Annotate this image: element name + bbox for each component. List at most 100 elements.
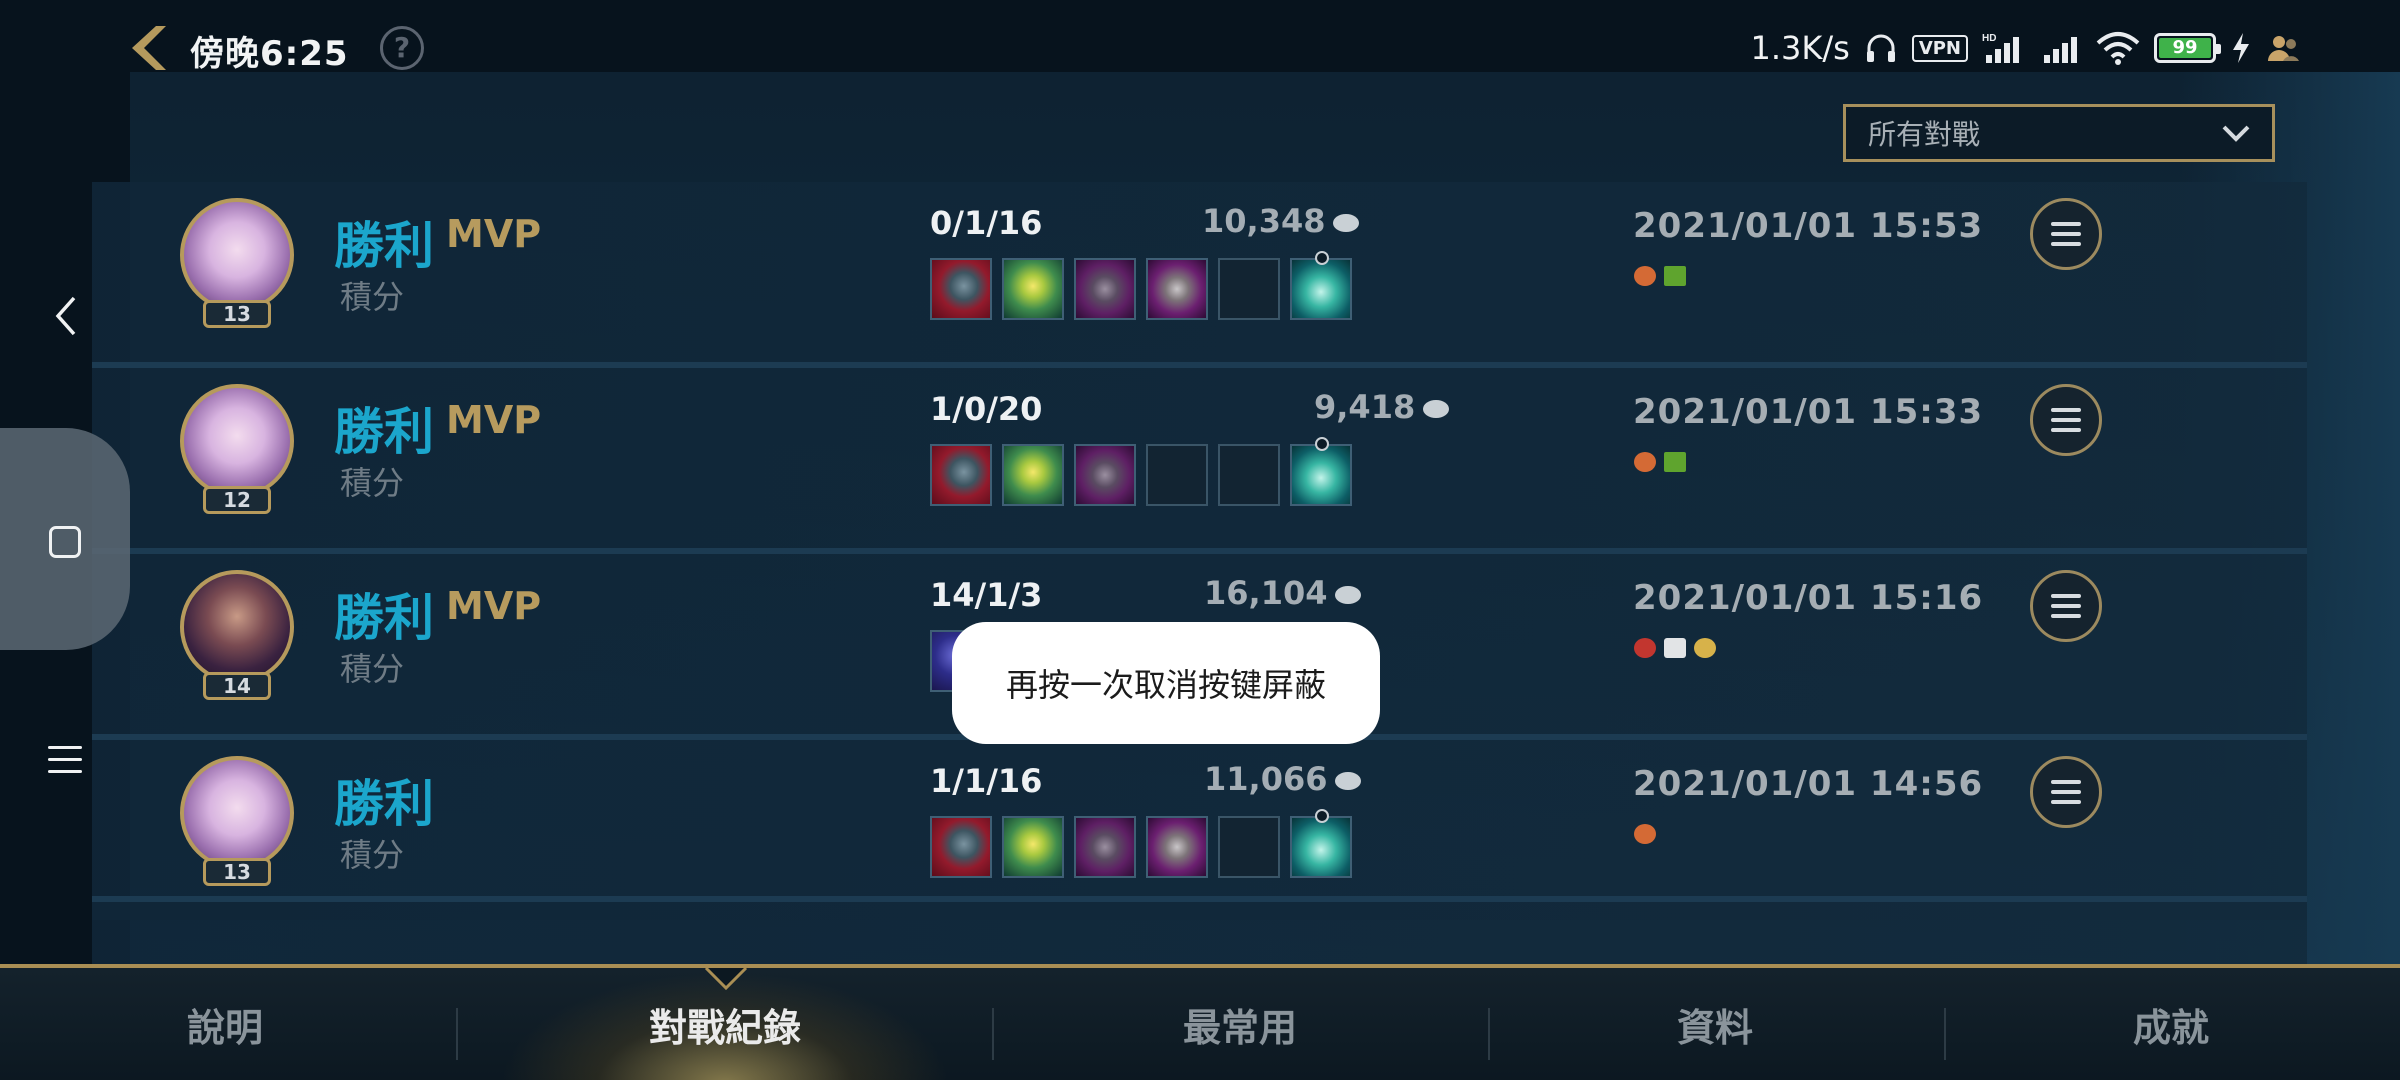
back-icon[interactable] xyxy=(118,20,174,76)
fist-icon xyxy=(1634,824,1656,844)
game-mode: 積分 xyxy=(340,836,405,874)
trinket-slot xyxy=(1290,809,1352,878)
svg-text:HD: HD xyxy=(1982,33,1996,44)
match-date: 2021/01/01 15:33 xyxy=(1633,392,1984,432)
champion-level: 13 xyxy=(203,300,271,328)
bottom-tab-bar: 說明 對戰紀錄 最常用 資料 成就 xyxy=(0,964,2400,1080)
tab-separator xyxy=(992,1008,994,1060)
item-slot-empty xyxy=(1146,444,1208,506)
champion-level: 13 xyxy=(203,858,271,886)
match-result: 勝利 xyxy=(334,775,434,833)
item-slot-empty xyxy=(1218,258,1280,320)
item-slot-empty xyxy=(1218,816,1280,878)
item-slot xyxy=(930,444,992,506)
trinket-slot xyxy=(1290,251,1352,320)
fist-icon xyxy=(1634,452,1656,472)
match-badges xyxy=(1634,266,1686,286)
item-slot xyxy=(1074,816,1136,878)
match-row[interactable]: 13 勝利 積分 1/1/16 11,066 2021/01/01 14:56 xyxy=(92,740,2307,920)
signal-hd-icon: HD xyxy=(1982,33,2019,63)
champion-avatar xyxy=(180,756,294,870)
match-badges xyxy=(1634,638,1716,658)
item-slot xyxy=(1074,258,1136,320)
game-mode: 積分 xyxy=(340,464,405,502)
home-square-icon[interactable] xyxy=(49,526,81,558)
sword-icon xyxy=(1664,638,1686,658)
item-slot xyxy=(930,816,992,878)
match-result: 勝利 xyxy=(334,403,434,461)
headphones-icon xyxy=(1866,34,1895,62)
tab-match-history[interactable]: 對戰紀錄 xyxy=(560,968,890,1080)
match-result: 勝利 xyxy=(334,217,434,275)
network-speed: 1.3K/s xyxy=(1750,29,1850,67)
gold-icon xyxy=(1335,586,1362,604)
mvp-label: MVP xyxy=(446,398,542,442)
gold-earned: 11,066 xyxy=(1204,760,1444,798)
fist-icon xyxy=(1634,266,1656,286)
item-slot xyxy=(1002,444,1064,506)
vpn-badge: VPN xyxy=(1911,34,1968,62)
tab-most-used[interactable]: 最常用 xyxy=(1130,968,1350,1080)
champion-avatar xyxy=(180,198,294,312)
champion-level: 12 xyxy=(203,486,271,514)
item-slot xyxy=(1002,258,1064,320)
gold-value: 9,418 xyxy=(1314,388,1416,426)
match-result: 勝利 xyxy=(334,589,434,647)
chevron-down-icon xyxy=(2222,125,2250,142)
match-date: 2021/01/01 15:53 xyxy=(1633,206,1984,246)
tab-separator xyxy=(1944,1008,1946,1060)
item-slot xyxy=(1002,816,1064,878)
flag-icon xyxy=(1664,452,1686,472)
gold-value: 16,104 xyxy=(1204,574,1328,612)
match-badges xyxy=(1634,824,1656,844)
gold-value: 10,348 xyxy=(1202,202,1326,240)
kda-score: 1/1/16 xyxy=(930,762,1043,800)
match-date: 2021/01/01 14:56 xyxy=(1633,764,1984,804)
toast-message: 再按一次取消按键屏蔽 xyxy=(952,622,1380,744)
champion-avatar xyxy=(180,570,294,684)
signal-icon xyxy=(2044,37,2077,63)
match-details-button[interactable] xyxy=(2030,570,2102,642)
item-slots xyxy=(930,809,1352,878)
game-mode: 積分 xyxy=(340,650,405,688)
flag-icon xyxy=(1664,266,1686,286)
floating-back-icon[interactable] xyxy=(48,292,84,340)
match-date: 2021/01/01 15:16 xyxy=(1633,578,1984,618)
tab-stats[interactable]: 資料 xyxy=(1620,968,1810,1080)
gold-earned: 9,418 xyxy=(1314,388,1554,426)
trinket-icon xyxy=(1315,809,1329,823)
coins-icon xyxy=(1694,638,1716,658)
gold-earned: 10,348 xyxy=(1202,202,1442,240)
mvp-label: MVP xyxy=(446,212,542,256)
status-bar: 傍晚6:25 ? 1.3K/s VPN HD 99 xyxy=(0,0,2400,96)
tab-separator xyxy=(456,1008,458,1060)
match-badges xyxy=(1634,452,1686,472)
status-time: 傍晚6:25 xyxy=(190,34,349,74)
match-details-button[interactable] xyxy=(2030,756,2102,828)
user-icon xyxy=(2268,36,2299,61)
battery-icon: 99 xyxy=(2154,33,2221,63)
tab-achievements[interactable]: 成就 xyxy=(2076,968,2266,1080)
gold-icon xyxy=(1335,772,1362,790)
match-row-partial[interactable] xyxy=(92,902,2307,964)
battery-level: 99 xyxy=(2159,38,2211,58)
help-icon[interactable]: ? xyxy=(380,26,424,70)
gold-value: 11,066 xyxy=(1204,760,1328,798)
gold-earned: 16,104 xyxy=(1204,574,1444,612)
item-slot xyxy=(930,258,992,320)
match-details-button[interactable] xyxy=(2030,198,2102,270)
tab-help[interactable]: 說明 xyxy=(120,968,330,1080)
trinket-icon xyxy=(1315,437,1329,451)
match-row[interactable]: 12 勝利 MVP 積分 1/0/20 9,418 2021/01/01 15:… xyxy=(92,368,2307,548)
trinket-icon xyxy=(1315,251,1329,265)
kda-score: 1/0/20 xyxy=(930,390,1043,428)
game-mode: 積分 xyxy=(340,278,405,316)
match-row[interactable]: 13 勝利 MVP 積分 0/1/16 10,348 2021/01/01 15… xyxy=(92,182,2307,362)
gold-icon xyxy=(1333,214,1360,232)
match-details-button[interactable] xyxy=(2030,384,2102,456)
item-slot xyxy=(1074,444,1136,506)
match-filter-dropdown[interactable]: 所有對戰 xyxy=(1843,104,2275,162)
kda-score: 0/1/16 xyxy=(930,204,1043,242)
menu-icon[interactable] xyxy=(48,746,82,776)
charging-icon xyxy=(2233,33,2249,63)
